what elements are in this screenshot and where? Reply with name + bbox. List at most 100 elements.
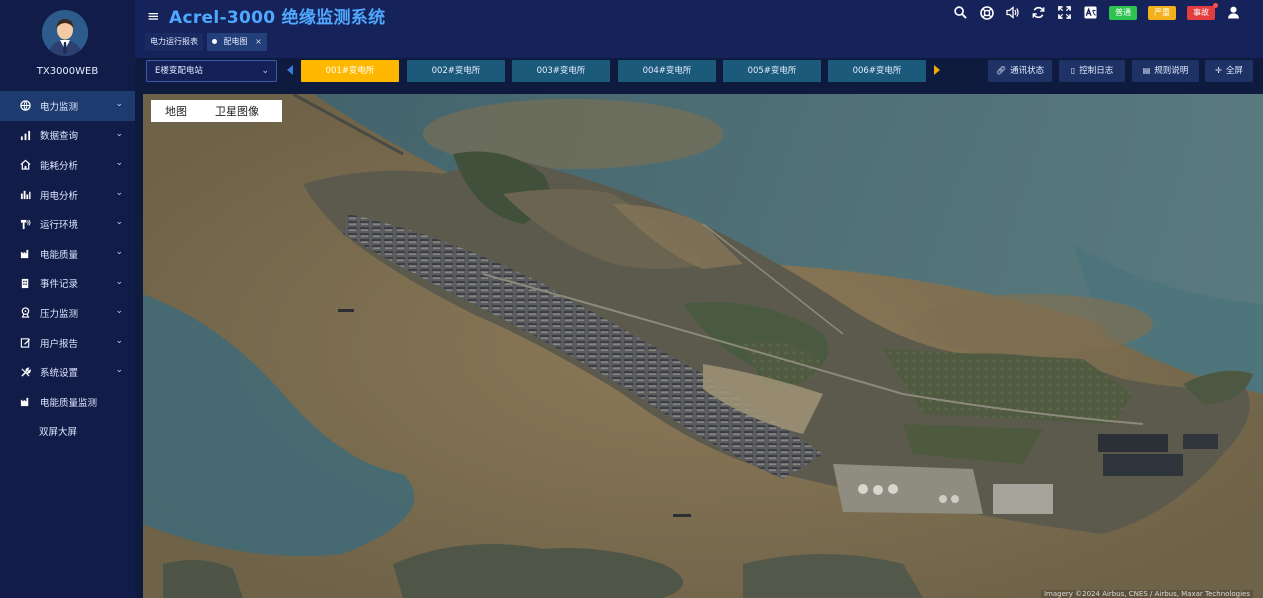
- sidebar-item-energy-analysis[interactable]: 能耗分析 ⌄: [0, 150, 135, 180]
- sidebar-item-dual-screen[interactable]: 双屏大屏: [0, 417, 135, 447]
- tab-label: 电力运行报表: [150, 37, 198, 46]
- column-chart-icon: [18, 188, 32, 202]
- sidebar: TX3000WEB 电力监测 ⌄ 数据查询 ⌄ 能耗分析 ⌄ 用电分析 ⌄ 运行…: [0, 0, 135, 598]
- map-type-map[interactable]: 地图: [165, 103, 187, 119]
- alarm-severe-badge[interactable]: 严重: [1148, 5, 1176, 20]
- sidebar-item-label: 用电分析: [40, 190, 79, 202]
- bar-chart-icon: [18, 128, 32, 142]
- factory-icon: [18, 247, 32, 261]
- pressure-icon: [18, 306, 32, 320]
- sidebar-item-label: 双屏大屏: [39, 427, 78, 439]
- alarm-fault-badge[interactable]: 事故: [1187, 2, 1218, 20]
- rules-button[interactable]: ▤ 规则说明: [1132, 60, 1199, 82]
- globe-icon: [18, 99, 32, 113]
- chevron-down-icon: ⌄: [261, 66, 269, 76]
- sidebar-item-environment[interactable]: 运行环境 ⌄: [0, 209, 135, 239]
- alarm-normal-badge[interactable]: 普通: [1109, 5, 1137, 20]
- refresh-icon[interactable]: [1031, 5, 1046, 20]
- rules-label: 规则说明: [1154, 66, 1189, 76]
- user-name: TX3000WEB: [36, 66, 99, 77]
- home-icon: [18, 158, 32, 172]
- chevron-down-icon: ⌄: [115, 306, 123, 317]
- wrench-icon: [18, 365, 32, 379]
- header: ≡ Acrel-3000 绝缘监测系统 普通 严重 事故 电力运行报表 配电图 …: [135, 0, 1263, 58]
- map-type-switch: 地图 卫星图像: [151, 100, 282, 122]
- tab-substation-004[interactable]: 004#变电所: [618, 60, 716, 82]
- tab-substation-005[interactable]: 005#变电所: [723, 60, 821, 82]
- sidebar-item-label: 运行环境: [40, 220, 79, 232]
- scroll-right-icon[interactable]: [934, 65, 940, 75]
- station-select[interactable]: E楼变配电站 ⌄: [146, 60, 277, 82]
- tab-substation-001[interactable]: 001#变电所: [301, 60, 399, 82]
- sidebar-item-system-settings[interactable]: 系统设置 ⌄: [0, 357, 135, 387]
- sidebar-item-power-monitoring[interactable]: 电力监测 ⌄: [0, 91, 135, 121]
- sidebar-item-label: 能耗分析: [40, 160, 79, 172]
- antenna-icon: [18, 217, 32, 231]
- comm-status-label: 通讯状态: [1010, 66, 1045, 76]
- page-tabs: 电力运行报表 配电图 ×: [145, 33, 267, 51]
- comm-status-button[interactable]: 🔗︎ 通讯状态: [988, 60, 1052, 82]
- substation-toolbar: E楼变配电站 ⌄ 001#变电所 002#变电所 003#变电所 004#变电所…: [135, 58, 1263, 94]
- tab-label: 配电图: [223, 37, 248, 46]
- translate-icon[interactable]: [1083, 5, 1098, 20]
- active-dot-icon: [212, 39, 217, 44]
- scroll-left-icon[interactable]: [287, 65, 293, 75]
- building-icon: [18, 276, 32, 290]
- app-title: Acrel-3000 绝缘监测系统: [169, 8, 386, 28]
- tab-substation-002[interactable]: 002#变电所: [407, 60, 505, 82]
- tab-power-report[interactable]: 电力运行报表: [145, 33, 203, 51]
- satellite-imagery: [143, 94, 1263, 598]
- expand-icon: ✛: [1215, 66, 1222, 75]
- sidebar-menu: 电力监测 ⌄ 数据查询 ⌄ 能耗分析 ⌄ 用电分析 ⌄ 运行环境 ⌄ 电能质量 …: [0, 91, 135, 446]
- fullscreen-icon[interactable]: [1057, 5, 1072, 20]
- control-log-label: 控制日志: [1079, 66, 1114, 76]
- link-icon: 🔗︎: [995, 66, 1007, 75]
- search-icon[interactable]: [953, 5, 968, 20]
- control-log-button[interactable]: ▯ 控制日志: [1059, 60, 1125, 82]
- station-select-value: E楼变配电站: [155, 66, 203, 76]
- sidebar-item-power-quality[interactable]: 电能质量 ⌄: [0, 239, 135, 269]
- sidebar-item-data-query[interactable]: 数据查询 ⌄: [0, 121, 135, 151]
- tab-substation-003[interactable]: 003#变电所: [512, 60, 610, 82]
- satellite-map[interactable]: 地图 卫星图像 Imagery ©2024 Airbus, CNES / Air…: [143, 94, 1263, 598]
- chevron-down-icon: ⌄: [115, 99, 123, 109]
- sidebar-item-label: 系统设置: [40, 368, 79, 380]
- map-type-satellite[interactable]: 卫星图像: [215, 103, 259, 119]
- sidebar-item-power-quality-monitoring[interactable]: 电能质量监测: [0, 387, 135, 417]
- sidebar-item-pressure-monitoring[interactable]: 压力监测 ⌄: [0, 298, 135, 328]
- chevron-down-icon: ⌄: [115, 365, 123, 376]
- sidebar-item-label: 数据查询: [40, 131, 79, 143]
- sidebar-item-label: 用户报告: [40, 338, 79, 350]
- speaker-icon[interactable]: [1005, 5, 1020, 20]
- sidebar-item-label: 电能质量: [40, 249, 79, 261]
- sidebar-item-label: 事件记录: [40, 279, 79, 291]
- chevron-down-icon: ⌄: [115, 335, 123, 346]
- sidebar-item-label: 电能质量监测: [40, 397, 98, 409]
- user-avatar-icon: [42, 10, 88, 56]
- chevron-down-icon: ⌄: [115, 158, 123, 169]
- chevron-down-icon: ⌄: [115, 128, 123, 139]
- sidebar-item-event-records[interactable]: 事件记录 ⌄: [0, 269, 135, 299]
- chevron-down-icon: ⌄: [115, 276, 123, 287]
- user-icon[interactable]: [1226, 5, 1241, 20]
- fullscreen-button[interactable]: ✛ 全屏: [1205, 60, 1253, 82]
- avatar[interactable]: [42, 10, 88, 56]
- factory-icon: [18, 395, 32, 409]
- fullscreen-label: 全屏: [1225, 66, 1243, 76]
- close-icon[interactable]: ×: [255, 37, 262, 46]
- tab-distribution-diagram[interactable]: 配电图 ×: [207, 33, 267, 51]
- sidebar-item-label: 电力监测: [40, 101, 79, 113]
- sidebar-item-user-report[interactable]: 用户报告 ⌄: [0, 328, 135, 358]
- sidebar-item-electricity-analysis[interactable]: 用电分析 ⌄: [0, 180, 135, 210]
- chevron-down-icon: ⌄: [115, 217, 123, 228]
- log-icon: ▯: [1070, 66, 1076, 75]
- sidebar-item-label: 压力监测: [40, 308, 79, 320]
- chevron-down-icon: ⌄: [115, 187, 123, 198]
- map-attribution: Imagery ©2024 Airbus, CNES / Airbus, Max…: [1040, 590, 1253, 598]
- hamburger-menu-icon[interactable]: ≡: [147, 7, 160, 25]
- report-icon: [18, 336, 32, 350]
- tab-substation-006[interactable]: 006#变电所: [828, 60, 926, 82]
- document-icon: ▤: [1142, 66, 1151, 75]
- help-lifebuoy-icon[interactable]: [979, 5, 994, 20]
- chevron-down-icon: ⌄: [115, 246, 123, 257]
